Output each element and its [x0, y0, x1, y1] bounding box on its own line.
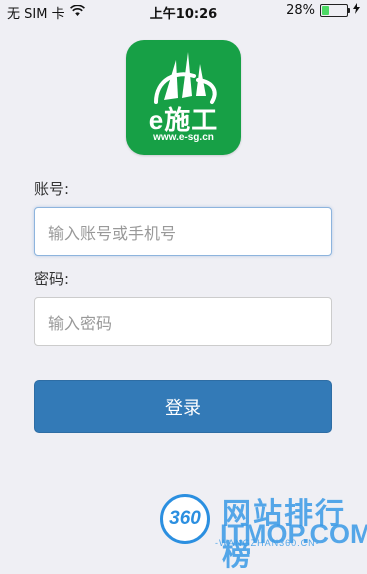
status-bar: 无 SIM 卡 上午10:26 28%	[0, 0, 367, 22]
account-input[interactable]: 输入账号或手机号	[34, 207, 332, 256]
battery-cap	[348, 8, 350, 13]
battery-icon	[320, 4, 350, 17]
app-logo: e施工 www.e-sg.cn	[126, 40, 241, 155]
account-label: 账号:	[34, 180, 70, 198]
password-placeholder: 输入密码	[48, 313, 113, 333]
watermark-badge: 360	[160, 494, 210, 544]
battery-level	[322, 6, 330, 15]
status-right: 28%	[286, 3, 360, 18]
battery-percent: 28%	[286, 3, 315, 18]
watermark: 360 网站排行榜 ITMOP.COM -WANGZHAN360.CN-	[160, 488, 367, 572]
charging-icon	[353, 3, 360, 18]
account-placeholder: 输入账号或手机号	[48, 223, 177, 243]
login-button-label: 登录	[165, 397, 201, 419]
password-label: 密码:	[34, 270, 70, 288]
logo-url: www.e-sg.cn	[153, 132, 214, 143]
login-button[interactable]: 登录	[34, 380, 332, 433]
password-input[interactable]: 输入密码	[34, 297, 332, 346]
watermark-sub: -WANGZHAN360.CN-	[215, 538, 320, 548]
